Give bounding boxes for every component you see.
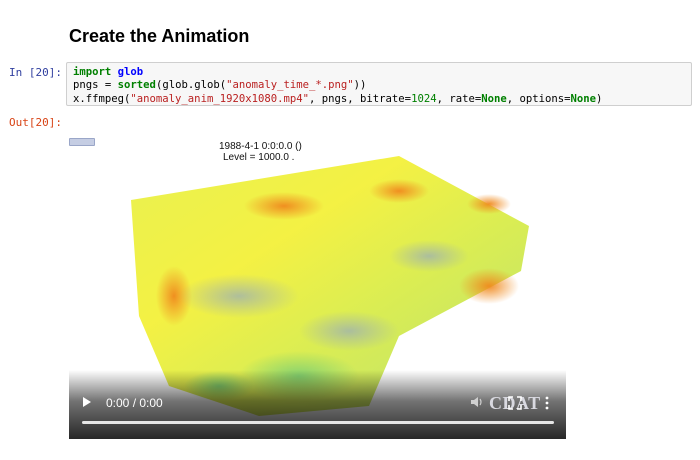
code-token: import: [73, 66, 112, 78]
code-token: "anomaly_time_*.png": [226, 79, 354, 92]
output-prompt: Out[20]:: [9, 116, 62, 129]
section-heading: Create the Animation: [69, 26, 250, 46]
play-icon[interactable]: [83, 397, 91, 407]
code-cell[interactable]: import glob pngs = sorted(glob.glob("anom…: [66, 62, 692, 106]
input-prompt: In [20]:: [9, 66, 62, 79]
code-token: )): [353, 79, 367, 92]
code-token: "anomaly_anim_1920x1080.mp4": [130, 92, 309, 105]
code-token: sorted: [117, 79, 156, 92]
code-token: (glob.glob(: [155, 79, 227, 92]
code-line: import glob: [73, 66, 685, 79]
code-token: x.ffmpeg(: [73, 92, 131, 105]
volume-icon[interactable]: [470, 395, 484, 409]
code-token: 1024: [411, 92, 437, 105]
code-line: pngs = sorted(glob.glob("anomaly_time_*.…: [73, 79, 685, 92]
code-token: pngs =: [73, 79, 118, 92]
progress-bar[interactable]: [82, 421, 554, 424]
code-token: glob: [117, 66, 144, 78]
code-token: ): [596, 92, 603, 105]
level-label: Level = 1000.0 .: [223, 152, 295, 163]
timestamp-label: 1988-4-1 0:0:0.0 (): [219, 141, 302, 152]
code-token: , rate=: [436, 92, 482, 105]
code-line: x.ffmpeg("anomaly_anim_1920x1080.mp4", p…: [73, 92, 685, 105]
time-display: 0:00 / 0:00: [106, 396, 163, 410]
more-options-icon[interactable]: [544, 396, 550, 410]
code-token: None: [481, 92, 507, 105]
code-token: , pngs, bitrate=: [309, 92, 412, 105]
output-badge: [69, 138, 95, 146]
code-token: , options=: [506, 92, 571, 105]
fullscreen-icon[interactable]: [508, 396, 522, 410]
code-token: None: [570, 92, 597, 105]
